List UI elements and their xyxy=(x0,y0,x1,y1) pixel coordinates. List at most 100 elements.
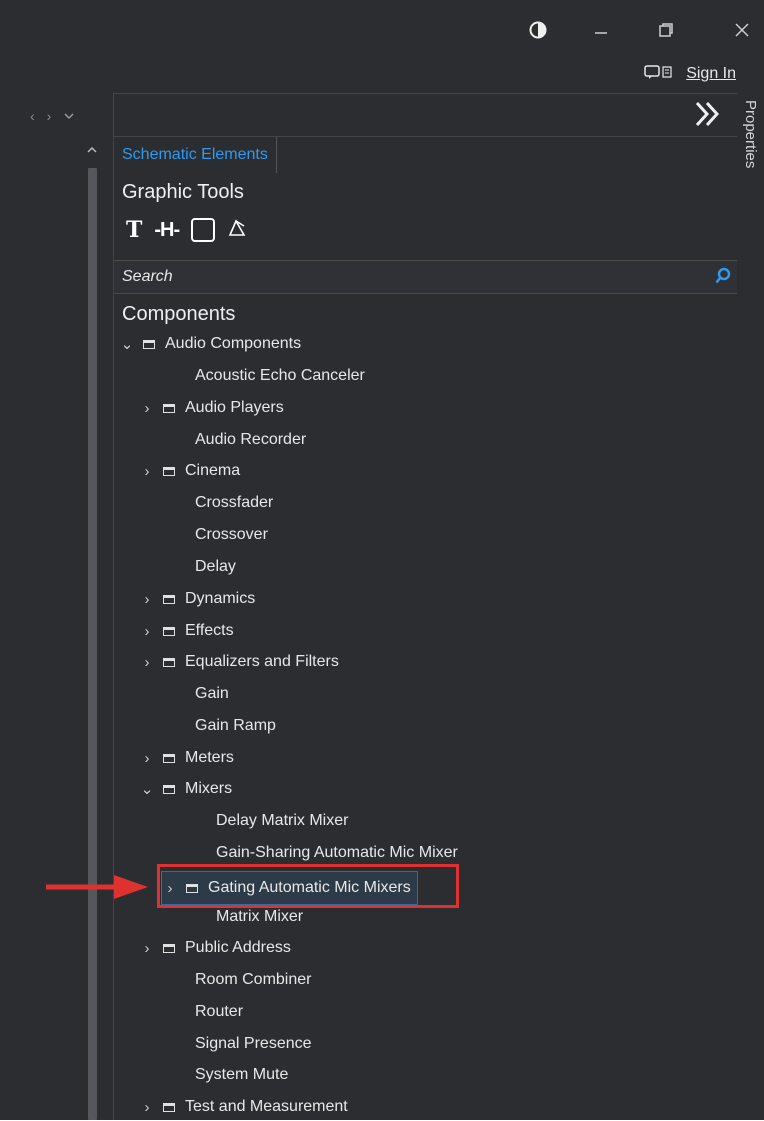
scroll-up-icon[interactable] xyxy=(86,144,98,158)
account-row: Sign In xyxy=(644,62,736,86)
tree-folder[interactable]: › Cinema xyxy=(139,457,241,485)
tree-folder-audio-components[interactable]: ⌄ Audio Components xyxy=(119,330,301,358)
chevron-right-icon[interactable]: › xyxy=(139,940,155,957)
chevron-right-icon[interactable]: › xyxy=(139,463,155,480)
tree-folder[interactable]: › Audio Players xyxy=(139,394,284,422)
graphic-tools-heading: Graphic Tools xyxy=(122,181,244,203)
folder-icon xyxy=(163,466,175,476)
tree-label: Test and Measurement xyxy=(185,1098,348,1115)
tree-label: Audio Components xyxy=(165,335,302,352)
folder-icon xyxy=(163,943,175,953)
search-input[interactable] xyxy=(114,267,684,287)
properties-label: Properties xyxy=(742,100,759,169)
tree-label: Gain xyxy=(195,685,229,702)
tree-label: Dynamics xyxy=(185,590,256,607)
tree-item[interactable]: Router xyxy=(195,998,243,1026)
tree-label: Crossfader xyxy=(195,494,274,511)
chevron-down-icon[interactable]: ⌄ xyxy=(119,335,135,353)
tree-label: Audio Recorder xyxy=(195,431,307,448)
tree-label: Audio Players xyxy=(185,399,284,416)
folder-icon xyxy=(163,594,175,604)
chat-icon[interactable] xyxy=(644,64,676,85)
tree-folder[interactable]: › Dynamics xyxy=(139,585,256,613)
tree-item[interactable]: Delay Matrix Mixer xyxy=(216,807,348,835)
sign-in-link[interactable]: Sign In xyxy=(686,65,736,83)
tree-label: Cinema xyxy=(185,462,241,479)
tree-folder[interactable]: › Equalizers and Filters xyxy=(139,648,339,676)
chevron-down-icon[interactable]: ⌄ xyxy=(139,780,155,798)
folder-icon xyxy=(143,339,155,349)
rectangle-tool-icon[interactable] xyxy=(191,218,216,242)
tree-folder[interactable]: › Effects xyxy=(139,617,234,645)
tree-folder[interactable]: › Test and Measurement xyxy=(139,1093,348,1121)
restore-icon[interactable] xyxy=(646,10,686,50)
search-icon[interactable] xyxy=(715,267,731,290)
tree-label: Equalizers and Filters xyxy=(185,653,339,670)
tree-label: System Mute xyxy=(195,1066,289,1083)
dropdown-icon[interactable] xyxy=(63,108,75,124)
tree-item[interactable]: Gain Ramp xyxy=(195,712,276,740)
tree-item[interactable]: Crossfader xyxy=(195,489,273,517)
tree-item[interactable]: Room Combiner xyxy=(195,966,311,994)
tree-item[interactable]: Gain-Sharing Automatic Mic Mixer xyxy=(216,839,458,867)
tree-label: Public Address xyxy=(185,939,291,956)
tree-label: Signal Presence xyxy=(195,1035,312,1052)
tree-label: Meters xyxy=(185,749,234,766)
chevron-right-icon[interactable]: › xyxy=(139,654,155,671)
tree-folder[interactable]: › Public Address xyxy=(139,934,291,962)
tree-item[interactable]: Acoustic Echo Canceler xyxy=(195,362,365,390)
tree-item[interactable]: System Mute xyxy=(195,1061,288,1089)
tree-item[interactable]: Crossover xyxy=(195,521,268,549)
title-bar xyxy=(0,0,764,60)
tree-label: Delay Matrix Mixer xyxy=(216,812,349,829)
tree-folder-mixers[interactable]: ⌄ Mixers xyxy=(139,775,232,803)
scroll-thumb[interactable] xyxy=(88,168,97,1120)
tree-item[interactable]: Signal Presence xyxy=(195,1030,312,1058)
folder-icon xyxy=(163,784,175,794)
chevron-right-icon[interactable]: › xyxy=(139,591,155,608)
text-tool-icon[interactable]: T xyxy=(126,217,142,243)
tree-label: Room Combiner xyxy=(195,971,312,988)
nav-arrows: ‹ › xyxy=(30,108,75,124)
tree-label: Acoustic Echo Canceler xyxy=(195,367,365,384)
left-scrollbar[interactable] xyxy=(86,142,98,1120)
contrast-icon[interactable] xyxy=(518,10,558,50)
tree-item[interactable]: Audio Recorder xyxy=(195,426,306,454)
folder-icon xyxy=(163,753,175,763)
chevron-right-icon[interactable]: › xyxy=(139,750,155,767)
tree-label: Router xyxy=(195,1003,244,1020)
tree-label: Crossover xyxy=(195,526,268,543)
annotation-highlight-box xyxy=(157,864,459,908)
tab-schematic-elements[interactable]: Schematic Elements xyxy=(114,137,277,173)
chevron-right-icon[interactable]: › xyxy=(139,400,155,417)
graphic-tools-bar: T -H- xyxy=(126,217,247,243)
folder-icon xyxy=(163,657,175,667)
tree-label: Mixers xyxy=(185,780,233,797)
properties-side-tab[interactable]: Properties xyxy=(740,96,764,206)
back-icon[interactable]: ‹ xyxy=(30,108,35,124)
polygon-tool-icon[interactable] xyxy=(227,218,247,243)
collapse-panel-icon[interactable] xyxy=(695,100,721,136)
chevron-right-icon[interactable]: › xyxy=(139,623,155,640)
chevron-right-icon[interactable]: › xyxy=(139,1099,155,1116)
components-heading: Components xyxy=(122,303,236,325)
tree-label: Matrix Mixer xyxy=(216,908,304,925)
resistor-tool-icon[interactable]: -H- xyxy=(154,219,180,242)
close-icon[interactable] xyxy=(722,10,762,50)
tree-label: Gain-Sharing Automatic Mic Mixer xyxy=(216,844,458,861)
minimize-icon[interactable] xyxy=(581,10,621,50)
app-window: Sign In ‹ › Properties Schematic Element… xyxy=(0,0,764,1120)
folder-icon xyxy=(163,1102,175,1112)
panel-header xyxy=(114,93,737,137)
search-bar xyxy=(114,260,737,294)
tree-label: Delay xyxy=(195,558,236,575)
tree-label: Gain Ramp xyxy=(195,717,276,734)
forward-icon[interactable]: › xyxy=(47,108,52,124)
folder-icon xyxy=(163,626,175,636)
annotation-arrow-icon xyxy=(43,873,150,906)
tree-item[interactable]: Delay xyxy=(195,553,236,581)
tree-item[interactable]: Gain xyxy=(195,680,229,708)
tree-label: Effects xyxy=(185,622,234,639)
tree-folder[interactable]: › Meters xyxy=(139,744,234,772)
folder-icon xyxy=(163,403,175,413)
